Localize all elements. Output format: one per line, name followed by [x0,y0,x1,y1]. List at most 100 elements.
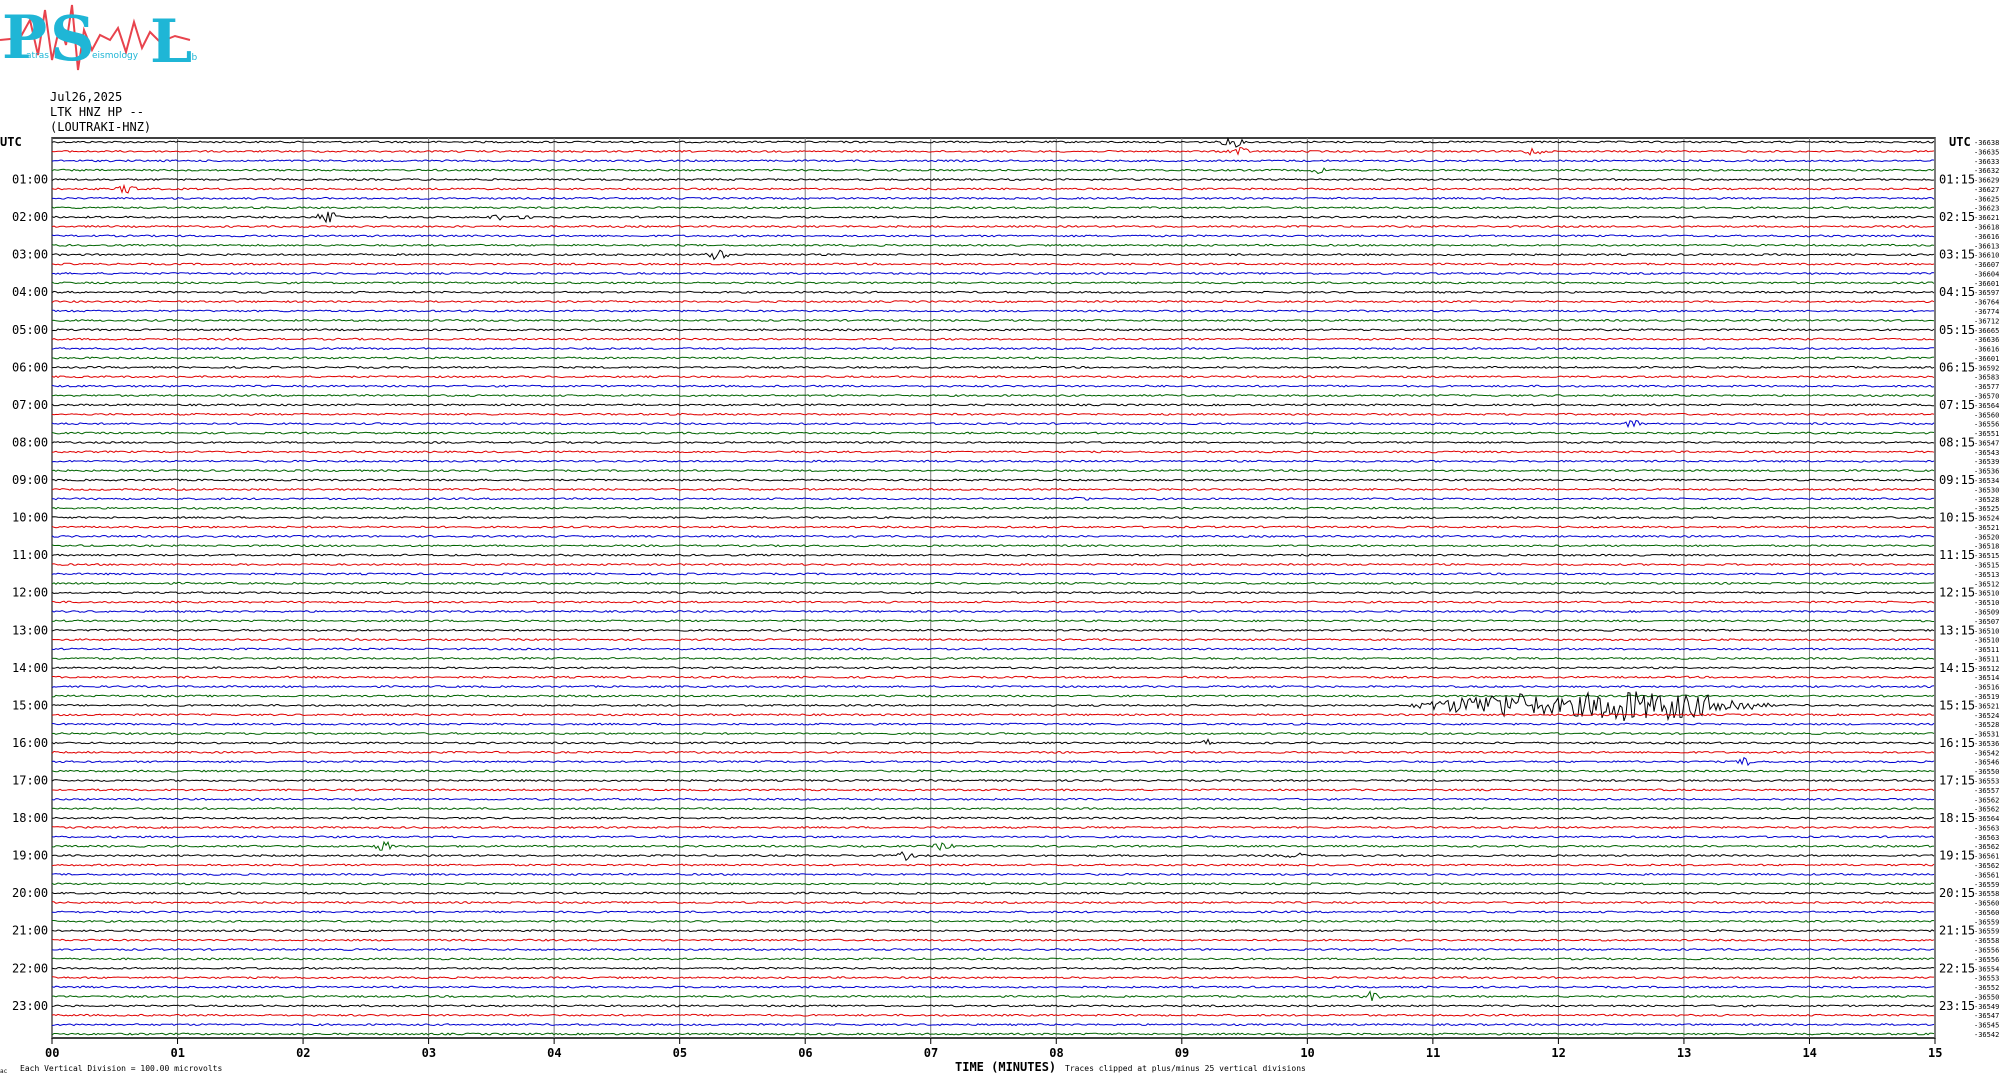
right-hour-label: 10:15 [1939,511,1975,525]
left-hour-label: 13:00 [12,623,48,637]
trace-offset-label: -36515 [1974,562,1999,570]
x-tick-label: 09 [1175,1046,1189,1060]
trace-line [51,337,1935,341]
trace-line [51,581,1935,585]
trace-offset-label: -36553 [1974,777,1999,785]
trace-line [51,572,1935,576]
trace-offset-label: -36560 [1974,411,1999,419]
trace-offset-label: -36561 [1974,871,1999,879]
left-hour-label: 23:00 [12,999,48,1013]
trace-line [51,840,1935,852]
x-tick-label: 07 [924,1046,938,1060]
trace-offset-label: -36629 [1974,177,1999,185]
trace-offset-label: -36546 [1974,759,1999,767]
header-channel: (LOUTRAKI-HNZ) [50,120,151,134]
psl-logo: P S L atras eismology ab [0,2,198,77]
left-hour-label: 05:00 [12,323,48,337]
right-hour-label: 11:15 [1939,548,1975,562]
trace-line [51,393,1935,398]
right-hour-label: 19:15 [1939,849,1975,863]
trace-offset-labels: -36638-36635-36633-36632-36629-36627-366… [1974,139,1999,1039]
trace-offset-label: -36562 [1974,796,1999,804]
trace-line [51,628,1935,632]
trace-line [51,563,1935,567]
trace-offset-label: -36635 [1974,148,1999,156]
right-hour-label: 22:15 [1939,961,1975,975]
trace-line [51,440,1935,445]
logo-letter-p: P [2,3,47,73]
trace-offset-label: -36512 [1974,580,1999,588]
trace-line [51,609,1935,614]
trace-line [51,375,1935,379]
x-tick-label: 02 [296,1046,310,1060]
trace-offset-label: -36545 [1974,1022,1999,1030]
trace-offset-label: -36539 [1974,458,1999,466]
left-hour-label: 01:00 [12,173,48,187]
trace-line [51,234,1935,238]
left-hour-label: 21:00 [12,924,48,938]
trace-offset-label: -36560 [1974,900,1999,908]
right-hour-label: 01:15 [1939,173,1975,187]
trace-line [51,738,1935,746]
header-station: LTK HNZ HP -- [50,105,144,119]
trace-line [51,938,1935,942]
trace-line [52,496,1935,501]
clip-note: Traces clipped at plus/minus 25 vertical… [1065,1064,1306,1073]
x-tick-label: 08 [1049,1046,1063,1060]
trace-line [51,178,1935,182]
corner-mark: ac [0,1068,8,1075]
trace-offset-label: -36559 [1974,918,1999,926]
trace-offset-label: -36511 [1974,655,1999,663]
trace-line [51,1023,1935,1027]
trace-line [51,929,1935,933]
trace-offset-label: -36592 [1974,364,1999,372]
left-hour-label: 18:00 [12,811,48,825]
trace-line [51,769,1935,773]
right-hour-label: 09:15 [1939,473,1975,487]
trace-line [51,1013,1935,1017]
trace-offset-label: -36534 [1974,477,1999,485]
left-hour-label: 12:00 [12,586,48,600]
logo-letter-s: S [50,2,95,75]
trace-line [51,797,1935,801]
left-hour-labels: 01:00 02:00 03:00 04:00 05:00 06:00 07:00 08:00… [12,173,48,1013]
trace-line [52,919,1935,923]
trace-line [51,243,1935,247]
trace-offset-label: -36601 [1974,280,1999,288]
trace-line [51,183,1935,194]
trace-line [51,224,1935,229]
trace-offset-label: -36625 [1974,195,1999,203]
trace-line [51,851,1935,862]
x-tick-label: 10 [1300,1046,1314,1060]
trace-line [51,1004,1935,1008]
x-tick-label: 03 [422,1046,436,1060]
trace-line [51,891,1935,895]
trace-line [51,384,1935,388]
trace-line [51,863,1935,867]
trace-offset-label: -36511 [1974,646,1999,654]
trace-line [51,656,1935,660]
trace-offset-label: -36547 [1974,1012,1999,1020]
trace-offset-label: -36607 [1974,261,1999,269]
right-hour-label: 23:15 [1939,999,1975,1013]
trace-offset-label: -36712 [1974,317,1999,325]
trace-line [51,281,1935,285]
trace-offset-label: -36558 [1974,890,1999,898]
trace-line [51,947,1935,952]
trace-line [51,137,1935,148]
trace-line [51,249,1935,261]
logo-word-ab: ab [186,53,198,63]
trace-line [52,816,1935,820]
trace-line [51,957,1935,961]
right-hour-label: 20:15 [1939,886,1975,900]
left-hour-label: 16:00 [12,736,48,750]
trace-line [51,459,1935,463]
left-hour-label: 03:00 [12,248,48,262]
trace-offset-label: -36524 [1974,515,1999,523]
trace-offset-label: -36552 [1974,984,1999,992]
trace-offset-label: -36632 [1974,167,1999,175]
right-hour-label: 17:15 [1939,773,1975,787]
trace-line [51,807,1935,811]
left-hour-label: 17:00 [12,773,48,787]
trace-offset-label: -36597 [1974,289,1999,297]
